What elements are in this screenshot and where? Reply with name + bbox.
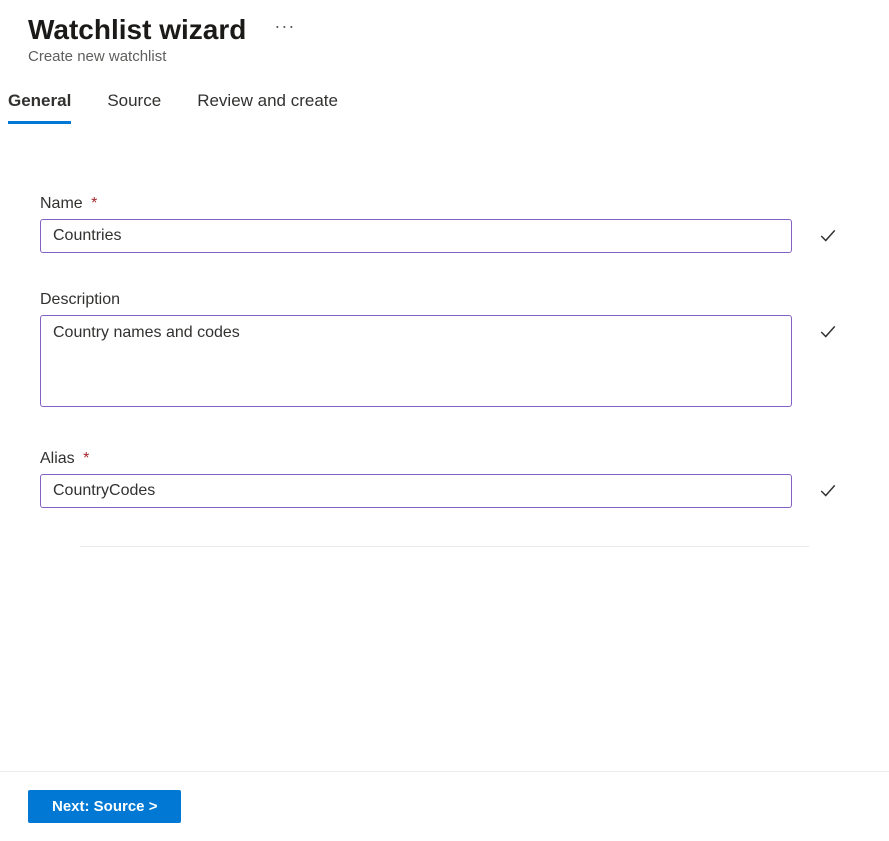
field-group-description: Description Country names and codes xyxy=(40,291,849,412)
name-label-text: Name xyxy=(40,195,83,212)
alias-label-text: Alias xyxy=(40,450,75,467)
name-label: Name * xyxy=(40,195,849,213)
page-subtitle: Create new watchlist xyxy=(28,48,861,65)
next-source-button[interactable]: Next: Source > xyxy=(28,790,181,823)
check-icon xyxy=(819,227,837,245)
check-icon xyxy=(819,323,837,341)
section-divider xyxy=(80,546,809,547)
page-title: Watchlist wizard xyxy=(28,14,246,46)
tab-source[interactable]: Source xyxy=(107,91,161,124)
field-group-name: Name * xyxy=(40,195,849,253)
tab-review-and-create[interactable]: Review and create xyxy=(197,91,338,124)
wizard-tabs: General Source Review and create xyxy=(0,65,889,125)
form-area: Name * Description Country names and cod… xyxy=(0,125,889,547)
check-icon xyxy=(819,482,837,500)
alias-input[interactable] xyxy=(40,474,792,508)
description-label: Description xyxy=(40,291,849,309)
required-indicator: * xyxy=(83,450,89,467)
alias-label: Alias * xyxy=(40,450,849,468)
description-label-text: Description xyxy=(40,291,120,308)
required-indicator: * xyxy=(91,195,97,212)
description-input[interactable]: Country names and codes xyxy=(40,315,792,407)
page-header: Watchlist wizard ··· Create new watchlis… xyxy=(0,0,889,65)
more-actions-icon[interactable]: ··· xyxy=(274,16,295,37)
field-group-alias: Alias * xyxy=(40,450,849,508)
wizard-footer: Next: Source > xyxy=(0,771,889,841)
name-input[interactable] xyxy=(40,219,792,253)
tab-general[interactable]: General xyxy=(8,91,71,124)
